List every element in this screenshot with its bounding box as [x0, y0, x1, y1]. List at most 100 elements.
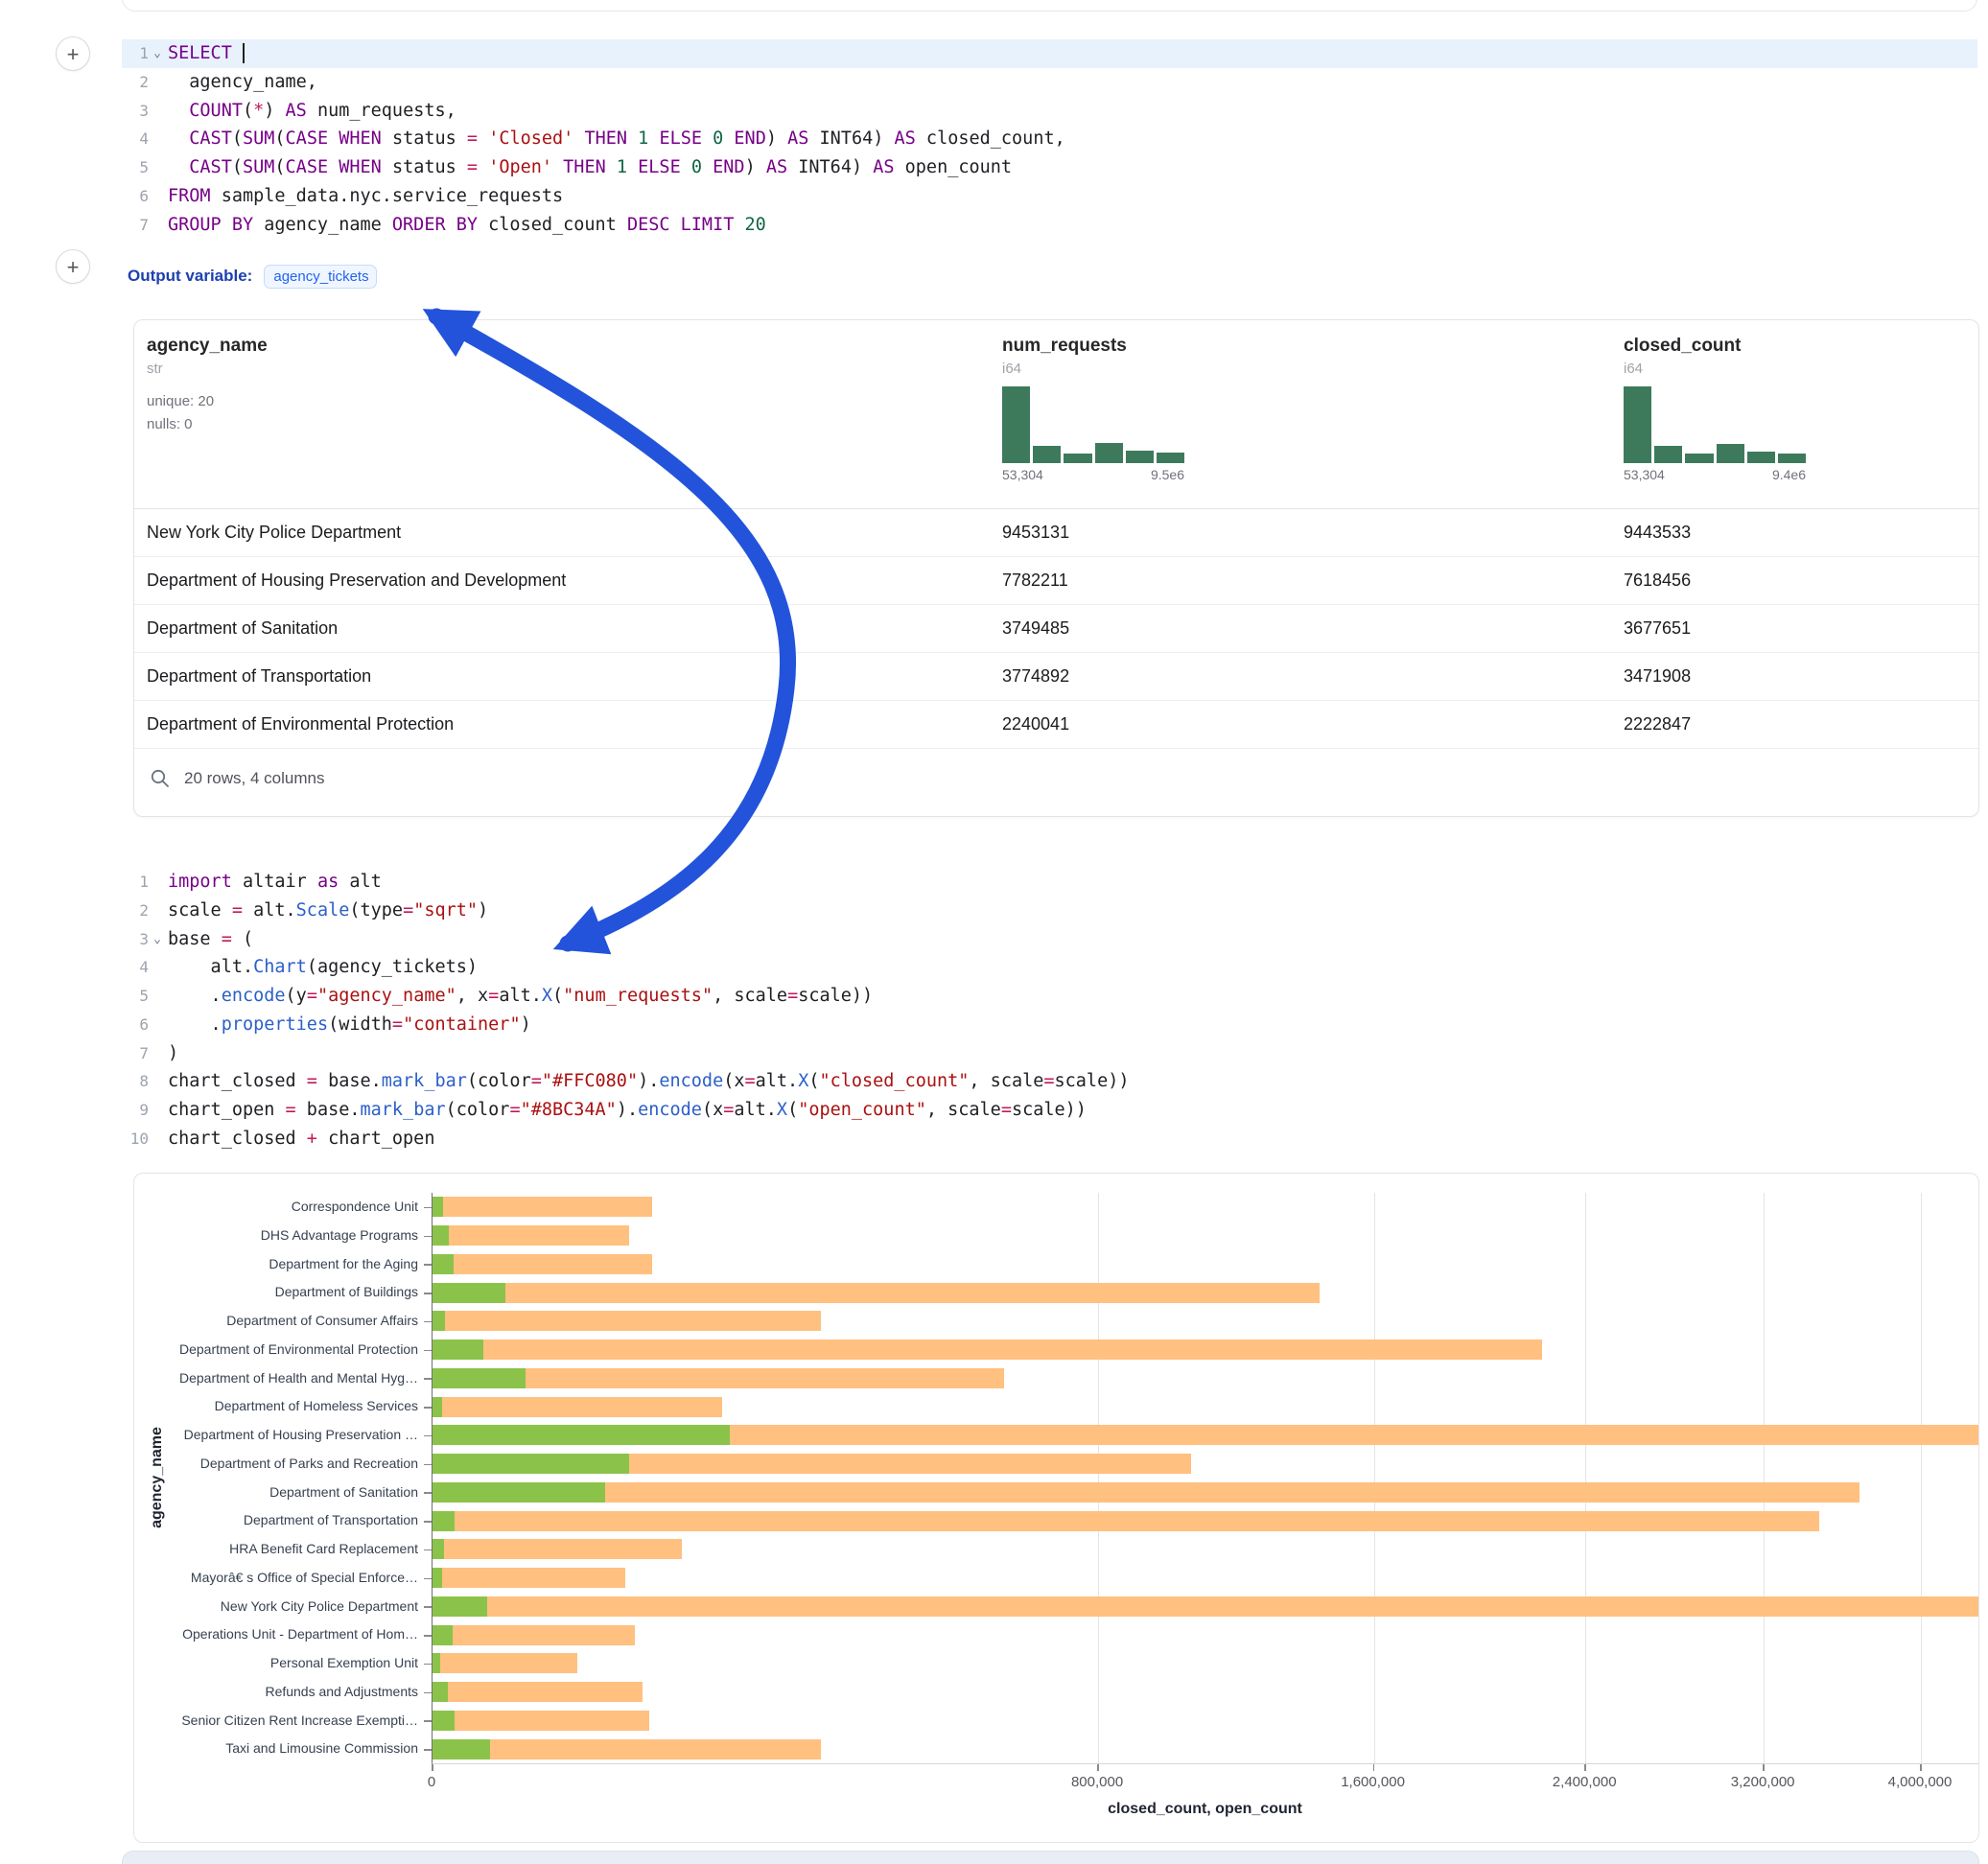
bar-closed_count — [433, 1596, 1979, 1617]
bar-closed_count — [433, 1311, 821, 1331]
histogram-bar — [1747, 452, 1775, 463]
y-tick-mark — [424, 1236, 432, 1238]
histogram-range-labels: 53,304 9.5e6 — [1002, 467, 1184, 482]
output-variable-badge: agency_tickets — [264, 265, 377, 289]
table-row: Department of Sanitation37494853677651 — [134, 605, 1978, 653]
y-tick-mark — [424, 1492, 432, 1494]
table-footer: 20 rows, 4 columns — [150, 754, 324, 804]
histogram-max-label: 9.5e6 — [1151, 467, 1184, 482]
fold-chevron-icon — [149, 982, 166, 1011]
histogram-bar — [1033, 446, 1061, 463]
table-cell: 3774892 — [1002, 653, 1069, 700]
fold-chevron-icon[interactable]: ⌄ — [149, 925, 166, 954]
y-axis-label: Department of Health and Mental Hyg… — [134, 1364, 418, 1393]
y-tick-mark — [424, 1435, 432, 1437]
y-axis-label: Department of Housing Preservation … — [134, 1421, 418, 1450]
y-axis-label: Department of Parks and Recreation — [134, 1450, 418, 1479]
column-stat-nulls: nulls: 0 — [147, 413, 268, 436]
line-number: 3 — [122, 925, 149, 954]
code-line[interactable]: 2scale = alt.Scale(type="sqrt") — [122, 897, 1977, 925]
y-tick-mark — [424, 1207, 432, 1209]
bar-closed_count — [433, 1482, 1859, 1503]
histogram-max-label: 9.4e6 — [1772, 467, 1806, 482]
y-tick-mark — [424, 1264, 432, 1266]
y-tick-mark — [424, 1407, 432, 1409]
column-dtype: str — [147, 361, 268, 377]
bar-closed_count — [433, 1711, 649, 1731]
bar-open_count — [433, 1596, 487, 1617]
code-line[interactable]: 4 CAST(SUM(CASE WHEN status = 'Closed' T… — [122, 125, 1977, 153]
column-name: num_requests — [1002, 336, 1184, 357]
bar-closed_count — [433, 1197, 652, 1217]
bar-open_count — [433, 1311, 445, 1331]
gridline — [1921, 1193, 1922, 1763]
y-tick-mark — [424, 1464, 432, 1466]
add-cell-button-middle[interactable]: + — [56, 249, 90, 284]
bar-open_count — [433, 1340, 483, 1360]
y-tick-mark — [424, 1350, 432, 1352]
code-line[interactable]: 5 .encode(y="agency_name", x=alt.X("num_… — [122, 982, 1977, 1011]
line-number: 7 — [122, 1039, 149, 1068]
table-row: Department of Housing Preservation and D… — [134, 557, 1978, 605]
code-line[interactable]: 4 alt.Chart(agency_tickets) — [122, 953, 1977, 982]
notebook-screen: + + 1⌄SELECT 2 agency_name,3 COUNT(*) AS… — [0, 0, 1988, 1864]
y-tick-mark — [424, 1578, 432, 1580]
code-text: COUNT(*) AS num_requests, — [166, 97, 456, 126]
fold-chevron-icon — [149, 868, 166, 897]
search-icon[interactable] — [150, 768, 171, 789]
code-line[interactable]: 2 agency_name, — [122, 68, 1977, 97]
x-tick-mark — [1097, 1764, 1099, 1771]
histogram-bar — [1654, 446, 1682, 463]
code-line[interactable]: 3 COUNT(*) AS num_requests, — [122, 97, 1977, 126]
code-line[interactable]: 8chart_closed = base.mark_bar(color="#FF… — [122, 1067, 1977, 1096]
bar-open_count — [433, 1283, 505, 1303]
x-tick-label: 3,200,000 — [1731, 1774, 1795, 1790]
x-tick-label: 800,000 — [1071, 1774, 1123, 1790]
x-tick-mark — [1373, 1764, 1375, 1771]
table-row: New York City Police Department945313194… — [134, 509, 1978, 557]
python-editor[interactable]: 1import altair as alt2scale = alt.Scale(… — [122, 868, 1977, 1153]
bar-open_count — [433, 1425, 730, 1445]
column-header-num-requests: num_requests i64 53,304 9.5e6 — [1002, 336, 1184, 482]
code-text: SELECT — [166, 39, 245, 68]
histogram-bar — [1002, 386, 1030, 463]
gridline — [1098, 1193, 1099, 1763]
bar-closed_count — [433, 1539, 682, 1559]
y-axis-label: Refunds and Adjustments — [134, 1678, 418, 1707]
bar-open_count — [433, 1368, 526, 1388]
fold-chevron-icon — [149, 153, 166, 182]
table-cell: Department of Housing Preservation and D… — [147, 557, 566, 604]
bar-closed_count — [433, 1511, 1819, 1531]
fold-chevron-icon — [149, 1011, 166, 1039]
bar-open_count — [433, 1225, 449, 1246]
table-cell: Department of Environmental Protection — [147, 701, 454, 748]
add-cell-button-top[interactable]: + — [56, 36, 90, 71]
code-line[interactable]: 3⌄base = ( — [122, 925, 1977, 954]
y-tick-mark — [424, 1749, 432, 1751]
y-axis-label: Department of Buildings — [134, 1278, 418, 1307]
code-line[interactable]: 6FROM sample_data.nyc.service_requests — [122, 182, 1977, 211]
y-axis-label: Senior Citizen Rent Increase Exempti… — [134, 1707, 418, 1736]
fold-chevron-icon — [149, 1125, 166, 1153]
code-text: .encode(y="agency_name", x=alt.X("num_re… — [166, 982, 873, 1011]
closed-count-histogram — [1624, 386, 1806, 463]
code-text: FROM sample_data.nyc.service_requests — [166, 182, 563, 211]
fold-chevron-icon[interactable]: ⌄ — [149, 39, 166, 68]
code-line[interactable]: 7GROUP BY agency_name ORDER BY closed_co… — [122, 211, 1977, 240]
code-line[interactable]: 1import altair as alt — [122, 868, 1977, 897]
fold-chevron-icon — [149, 1067, 166, 1096]
code-text: ) — [166, 1039, 178, 1068]
code-line[interactable]: 1⌄SELECT — [122, 39, 1977, 68]
table-cell: 3749485 — [1002, 605, 1069, 652]
code-line[interactable]: 10chart_closed + chart_open — [122, 1125, 1977, 1153]
histogram-bar — [1685, 454, 1713, 463]
table-cell: Department of Sanitation — [147, 605, 338, 652]
code-line[interactable]: 6 .properties(width="container") — [122, 1011, 1977, 1039]
code-line[interactable]: 5 CAST(SUM(CASE WHEN status = 'Open' THE… — [122, 153, 1977, 182]
sql-editor[interactable]: 1⌄SELECT 2 agency_name,3 COUNT(*) AS num… — [122, 39, 1977, 239]
code-line[interactable]: 7) — [122, 1039, 1977, 1068]
histogram-min-label: 53,304 — [1624, 467, 1665, 482]
table-row: Department of Transportation377489234719… — [134, 653, 1978, 701]
code-line[interactable]: 9chart_open = base.mark_bar(color="#8BC3… — [122, 1096, 1977, 1125]
x-tick-mark — [432, 1764, 433, 1771]
